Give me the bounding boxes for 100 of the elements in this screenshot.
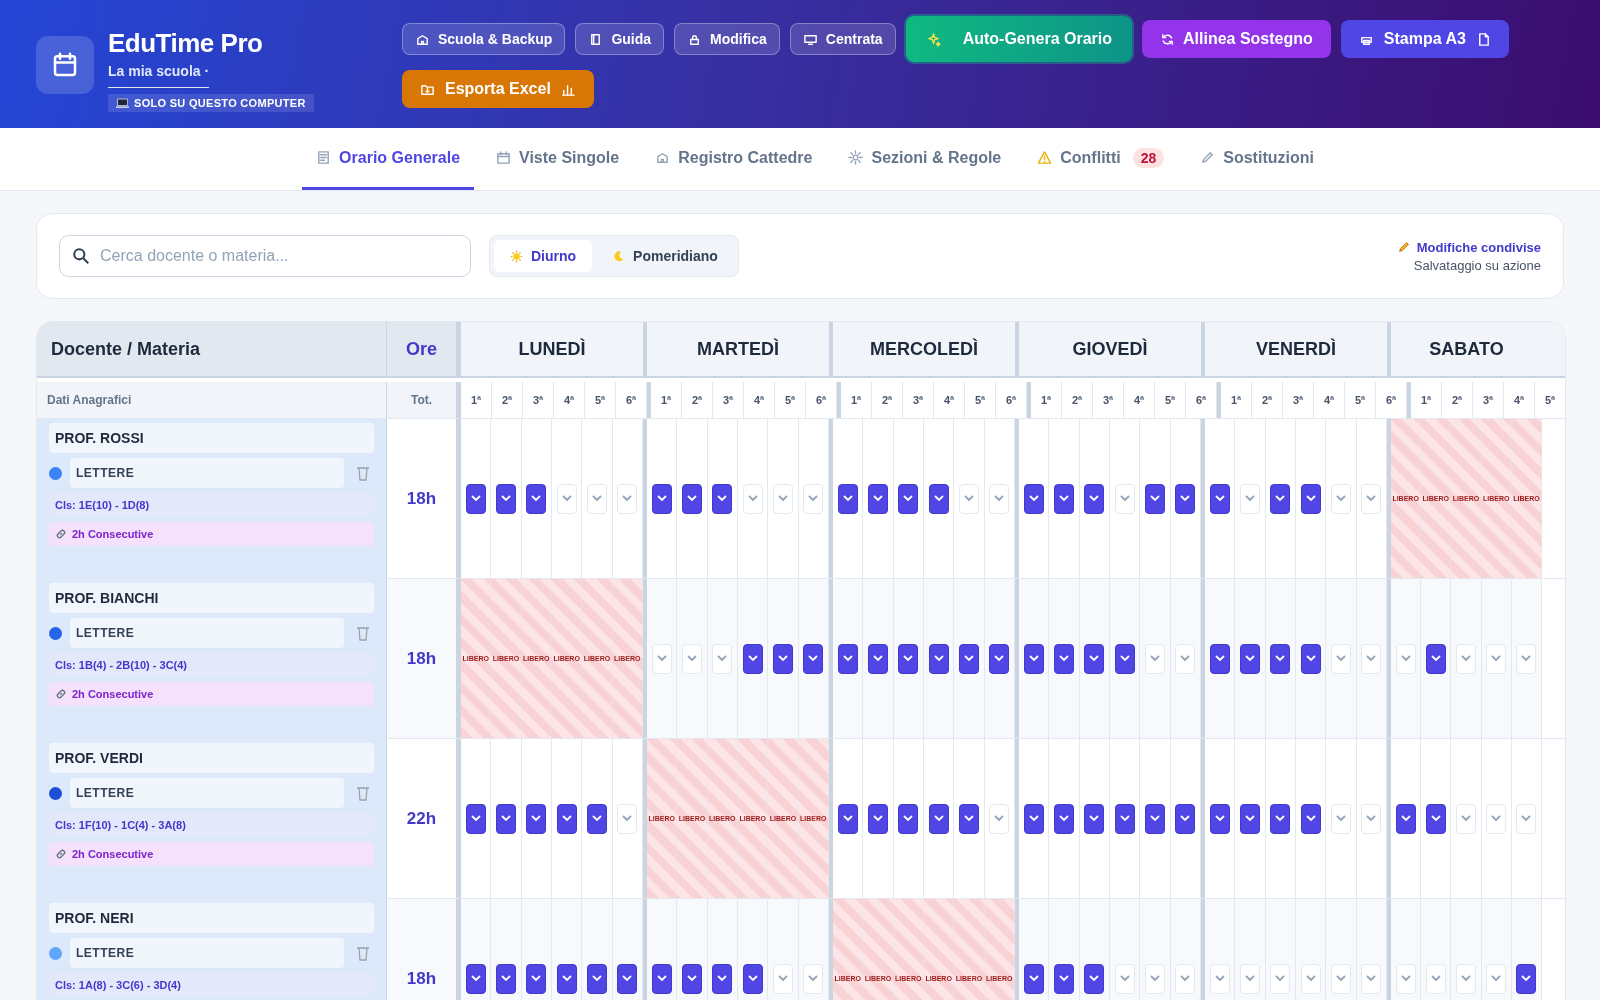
slot-dropdown[interactable] <box>742 963 763 994</box>
slot-dropdown[interactable] <box>928 643 949 674</box>
slot-dropdown[interactable] <box>1209 803 1230 834</box>
slot-dropdown[interactable] <box>1425 803 1446 834</box>
slot-dropdown[interactable] <box>1054 643 1074 674</box>
slot-dropdown[interactable] <box>1270 483 1291 514</box>
slot-dropdown[interactable] <box>1084 963 1105 994</box>
slot-dropdown[interactable] <box>1144 483 1165 514</box>
slot-dropdown[interactable] <box>1054 483 1074 514</box>
subject-field[interactable]: LETTERE <box>70 938 344 968</box>
chevron-icon <box>903 655 914 662</box>
slot-dropdown[interactable] <box>617 963 638 994</box>
slot-dropdown[interactable] <box>989 643 1010 674</box>
slot-dropdown[interactable] <box>868 803 888 834</box>
slot-dropdown[interactable] <box>837 803 858 834</box>
tab[interactable]: Sezioni & Regole <box>834 128 1016 190</box>
slot-dropdown[interactable] <box>958 803 979 834</box>
slot-dropdown[interactable] <box>526 483 547 514</box>
slot-dropdown[interactable] <box>928 483 949 514</box>
tab[interactable]: Registro Cattedre <box>641 128 827 190</box>
slot-dropdown[interactable] <box>712 963 733 994</box>
slot-dropdown[interactable] <box>1270 803 1291 834</box>
subject-field[interactable]: LETTERE <box>70 458 344 488</box>
slot-dropdown[interactable] <box>526 803 547 834</box>
slot-dropdown[interactable] <box>1175 483 1196 514</box>
slot-dropdown[interactable] <box>1084 483 1105 514</box>
tab[interactable]: Viste Singole <box>482 128 634 190</box>
slot-dropdown[interactable] <box>1144 803 1165 834</box>
slot-dropdown[interactable] <box>556 963 577 994</box>
warning-icon <box>1037 150 1053 165</box>
slot-dropdown[interactable] <box>586 803 607 834</box>
slot-dropdown[interactable] <box>682 963 702 994</box>
toolbar-button[interactable]: Allinea Sostegno <box>1142 20 1331 58</box>
tab[interactable]: Conflitti 28 <box>1023 128 1179 190</box>
chevron-icon <box>561 495 572 502</box>
tab[interactable]: Sostituzioni <box>1186 128 1328 190</box>
slot-dropdown[interactable] <box>837 643 858 674</box>
slot-dropdown[interactable] <box>1114 643 1135 674</box>
slot-dropdown[interactable] <box>772 643 793 674</box>
slot-dropdown[interactable] <box>898 643 919 674</box>
toolbar-button[interactable]: Esporta Excel <box>402 70 594 108</box>
slot-dropdown[interactable] <box>742 643 763 674</box>
slot-dropdown[interactable] <box>465 483 486 514</box>
shift-option[interactable]: Diurno <box>494 240 593 272</box>
subject-field[interactable]: LETTERE <box>70 618 344 648</box>
chevron-icon <box>531 815 542 822</box>
slot-dropdown[interactable] <box>1425 643 1446 674</box>
slot-dropdown[interactable] <box>1395 803 1416 834</box>
toolbar-button[interactable]: Guida <box>575 23 665 55</box>
slot-dropdown[interactable] <box>496 483 516 514</box>
slot-dropdown[interactable] <box>928 803 949 834</box>
slot-dropdown[interactable] <box>868 483 888 514</box>
slot-dropdown[interactable] <box>651 963 672 994</box>
slot-dropdown[interactable] <box>1054 963 1074 994</box>
slot-dropdown[interactable] <box>1084 643 1105 674</box>
slot-dropdown[interactable] <box>898 803 919 834</box>
slot-dropdown[interactable] <box>586 963 607 994</box>
slot-dropdown[interactable] <box>1084 803 1105 834</box>
toolbar-button[interactable]: Scuola & Backup <box>402 23 566 55</box>
slot-dropdown[interactable] <box>1023 643 1044 674</box>
shift-option[interactable]: Pomeridiano <box>596 240 734 272</box>
slot-dropdown[interactable] <box>556 803 577 834</box>
toolbar-button[interactable]: Stampa A3 <box>1340 20 1509 58</box>
slot-dropdown[interactable] <box>1023 803 1044 834</box>
slot-dropdown[interactable] <box>1054 803 1074 834</box>
slot-dropdown[interactable] <box>1300 483 1321 514</box>
slot-dropdown[interactable] <box>1516 963 1537 994</box>
subject-field[interactable]: LETTERE <box>70 778 344 808</box>
slot-dropdown[interactable] <box>1209 483 1230 514</box>
search-field[interactable]: Cerca docente o materia... <box>59 235 471 277</box>
slot-dropdown[interactable] <box>898 483 919 514</box>
slot-dropdown[interactable] <box>1114 803 1135 834</box>
slot-dropdown[interactable] <box>682 483 702 514</box>
slot-dropdown[interactable] <box>712 483 733 514</box>
slot-dropdown[interactable] <box>526 963 547 994</box>
link-icon <box>55 528 67 540</box>
toolbar-button[interactable]: Auto-Genera Orario <box>905 16 1132 62</box>
slot-dropdown[interactable] <box>837 483 858 514</box>
toolbar-button[interactable]: Centrata <box>789 23 896 55</box>
slot-dropdown[interactable] <box>465 803 486 834</box>
toolbar-button[interactable]: Modifica <box>674 23 780 55</box>
slot-dropdown[interactable] <box>1209 643 1230 674</box>
slot-dropdown[interactable] <box>803 643 824 674</box>
constraint-label: 2h Consecutive <box>72 688 154 700</box>
slot-dropdown[interactable] <box>465 963 486 994</box>
slot-dropdown[interactable] <box>1175 803 1196 834</box>
slot-dropdown[interactable] <box>1023 483 1044 514</box>
slot-dropdown[interactable] <box>1023 963 1044 994</box>
slot-dropdown[interactable] <box>1240 643 1260 674</box>
slot-dropdown[interactable] <box>1270 643 1291 674</box>
slot-dropdown[interactable] <box>1240 803 1260 834</box>
tab[interactable]: Orario Generale <box>302 128 475 190</box>
slot-dropdown[interactable] <box>1300 643 1321 674</box>
slot-dropdown[interactable] <box>496 803 516 834</box>
slot-dropdown[interactable] <box>868 643 888 674</box>
slot-dropdown[interactable] <box>651 483 672 514</box>
slot-dropdown[interactable] <box>958 643 979 674</box>
period-header: 2ª <box>682 382 713 418</box>
slot-dropdown[interactable] <box>496 963 516 994</box>
slot-dropdown[interactable] <box>1300 803 1321 834</box>
